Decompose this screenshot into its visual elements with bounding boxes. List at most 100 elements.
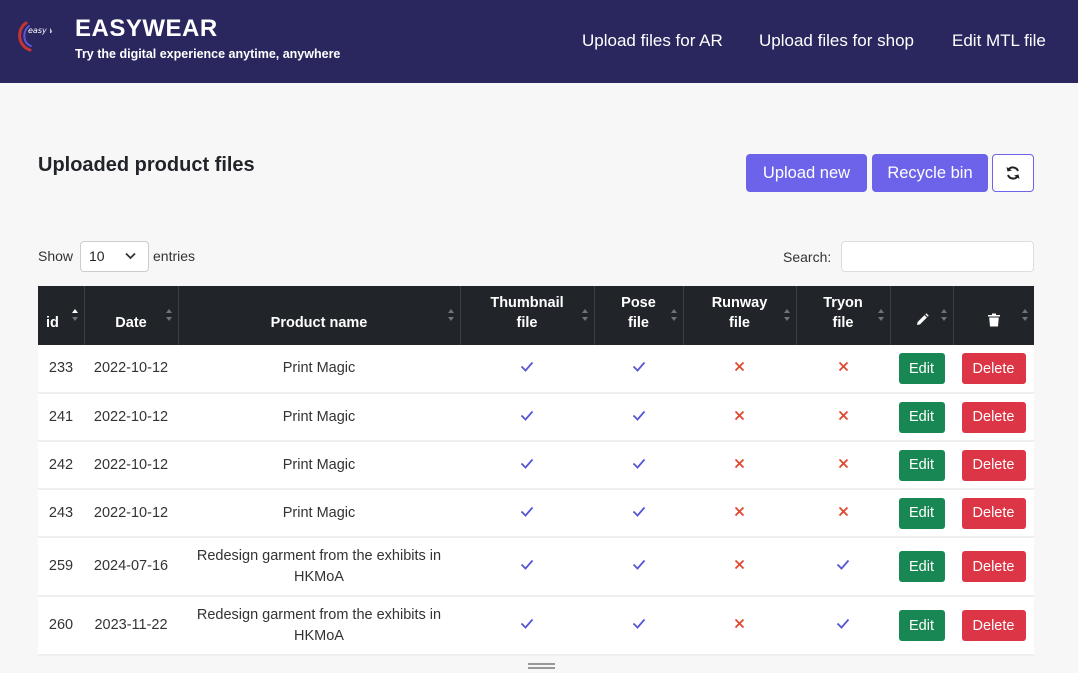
edit-button[interactable]: Edit xyxy=(898,353,945,384)
row-edit-cell: Edit xyxy=(890,345,953,394)
chevron-down-icon xyxy=(125,252,136,260)
edit-button[interactable]: Edit xyxy=(898,449,945,481)
check-icon xyxy=(520,506,534,517)
sort-icon xyxy=(165,309,172,321)
pose-file-status xyxy=(594,537,683,597)
row-product-name: Print Magic xyxy=(178,489,460,538)
thumbnail-file-status xyxy=(460,489,594,538)
pose-file-status xyxy=(594,441,683,490)
sort-icon xyxy=(670,309,677,321)
tryon-file-status xyxy=(796,441,890,490)
resize-grip[interactable] xyxy=(528,663,555,669)
table-header-row: id Date Product name Thumbnail file Pose f… xyxy=(38,286,1034,345)
tryon-file-status xyxy=(796,537,890,597)
runway-file-status xyxy=(683,393,796,442)
pose-file-status xyxy=(594,596,683,656)
row-product-name: Redesign garment from the exhibits in HK… xyxy=(178,596,460,656)
table-row: 241 2022-10-12 Print Magic Edit Delete xyxy=(38,393,1034,442)
row-date: 2024-07-16 xyxy=(84,537,178,597)
row-delete-cell: Delete xyxy=(953,441,1034,490)
logo-text-easy: easy wear xyxy=(28,26,52,35)
thumbnail-file-status xyxy=(460,596,594,656)
row-date: 2022-10-12 xyxy=(84,489,178,538)
tryon-file-status xyxy=(796,345,890,394)
delete-button[interactable]: Delete xyxy=(961,401,1026,433)
recycle-bin-button[interactable]: Recycle bin xyxy=(872,154,988,192)
row-edit-cell: Edit xyxy=(890,596,953,656)
nav-upload-ar[interactable]: Upload files for AR xyxy=(582,31,723,51)
cross-icon xyxy=(734,458,745,468)
pose-file-status xyxy=(594,345,683,394)
row-delete-cell: Delete xyxy=(953,489,1034,538)
check-icon xyxy=(836,559,850,570)
cross-icon xyxy=(838,506,848,516)
runway-file-status xyxy=(683,537,796,597)
row-product-name: Print Magic xyxy=(178,393,460,442)
edit-button[interactable]: Edit xyxy=(898,551,945,582)
entries-label: entries xyxy=(153,248,196,264)
thumbnail-file-status xyxy=(460,537,594,597)
nav-edit-mtl[interactable]: Edit MTL file xyxy=(952,31,1046,51)
col-header-product-name[interactable]: Product name xyxy=(177,286,460,345)
row-id: 241 xyxy=(38,393,84,442)
col-header-pose[interactable]: Pose file xyxy=(593,286,683,345)
col-header-delete[interactable] xyxy=(952,286,1034,345)
refresh-button[interactable] xyxy=(992,154,1034,192)
row-date: 2022-10-12 xyxy=(84,393,178,442)
cross-icon xyxy=(734,361,745,372)
table-row: 243 2022-10-12 Print Magic Edit Delete xyxy=(38,489,1034,538)
col-header-edit[interactable] xyxy=(889,286,953,345)
row-id: 243 xyxy=(38,489,84,538)
search-label: Search: xyxy=(783,249,832,265)
row-date: 2022-10-12 xyxy=(84,441,178,490)
row-product-name: Print Magic xyxy=(178,441,460,490)
check-icon xyxy=(520,410,534,421)
row-delete-cell: Delete xyxy=(953,393,1034,442)
check-icon xyxy=(520,559,534,570)
col-header-runway[interactable]: Runway file xyxy=(682,286,796,345)
sort-icon xyxy=(877,309,884,321)
refresh-icon xyxy=(1006,166,1020,180)
col-header-tryon[interactable]: Tryon file xyxy=(795,286,890,345)
delete-button[interactable]: Delete xyxy=(961,610,1026,641)
trash-icon xyxy=(987,313,1000,327)
edit-button[interactable]: Edit xyxy=(898,401,945,433)
row-edit-cell: Edit xyxy=(890,393,953,442)
nav-upload-shop[interactable]: Upload files for shop xyxy=(759,31,914,51)
search-input[interactable] xyxy=(841,241,1034,272)
check-icon xyxy=(520,458,534,469)
row-id: 260 xyxy=(38,596,84,656)
check-icon xyxy=(520,361,534,372)
col-header-date[interactable]: Date xyxy=(83,286,178,345)
table-row: 233 2022-10-12 Print Magic Edit Delete xyxy=(38,345,1034,394)
check-icon xyxy=(632,410,645,421)
cross-icon xyxy=(838,458,848,468)
table-row: 242 2022-10-12 Print Magic Edit Delete xyxy=(38,441,1034,490)
check-icon xyxy=(632,361,645,372)
row-edit-cell: Edit xyxy=(890,441,953,490)
upload-new-button[interactable]: Upload new xyxy=(746,154,867,192)
easywear-logo[interactable]: easy wear xyxy=(18,18,52,54)
edit-button[interactable]: Edit xyxy=(898,497,945,529)
delete-button[interactable]: Delete xyxy=(961,551,1026,582)
thumbnail-file-status xyxy=(460,345,594,394)
row-delete-cell: Delete xyxy=(953,345,1034,394)
edit-button[interactable]: Edit xyxy=(898,610,945,641)
row-delete-cell: Delete xyxy=(953,596,1034,656)
delete-button[interactable]: Delete xyxy=(961,449,1026,481)
brand-title: EASYWEAR xyxy=(75,15,218,42)
delete-button[interactable]: Delete xyxy=(961,353,1026,384)
cross-icon xyxy=(734,506,745,516)
tryon-file-status xyxy=(796,393,890,442)
col-header-id[interactable]: id xyxy=(38,286,84,345)
delete-button[interactable]: Delete xyxy=(961,497,1026,529)
cross-icon xyxy=(734,410,745,420)
col-header-thumbnail[interactable]: Thumbnail file xyxy=(459,286,594,345)
runway-file-status xyxy=(683,489,796,538)
check-icon xyxy=(836,618,850,629)
runway-file-status xyxy=(683,441,796,490)
top-navbar: easy wear EASYWEAR Try the digital exper… xyxy=(0,0,1078,83)
sort-asc-icon xyxy=(71,309,78,321)
entries-select[interactable]: 10 xyxy=(80,241,149,272)
row-edit-cell: Edit xyxy=(890,537,953,597)
